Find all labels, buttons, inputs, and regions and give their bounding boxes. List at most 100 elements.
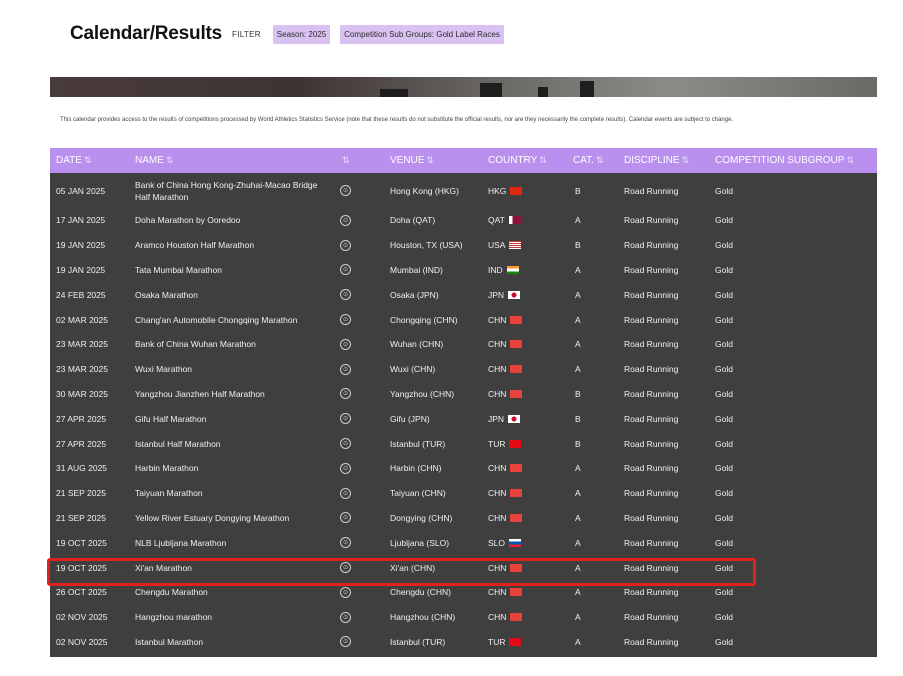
results-icon[interactable]: ⊙: [340, 611, 351, 623]
sort-country-header[interactable]: COUNTRY ⇅: [488, 148, 547, 173]
subgroup-cell-text: Gold: [715, 413, 733, 424]
country-cell: CHN: [488, 481, 523, 506]
date-cell: 23 MAR 2025: [56, 357, 108, 382]
venue-cell: Hong Kong (HKG): [390, 173, 459, 208]
category-cell-text: B: [575, 438, 581, 449]
date-cell: 21 SEP 2025: [56, 506, 106, 531]
results-icon[interactable]: ⊙: [340, 636, 351, 648]
venue-cell: Istanbul (TUR): [390, 431, 445, 456]
header-label: VENUE: [390, 155, 425, 166]
discipline-cell: Road Running: [624, 307, 678, 332]
discipline-cell-text: Road Running: [624, 438, 679, 449]
results-icon[interactable]: ⊙: [340, 289, 351, 301]
name-cell[interactable]: Harbin Marathon: [135, 456, 325, 481]
results-icon[interactable]: ⊙: [340, 314, 351, 326]
name-cell[interactable]: Bank of China Hong Kong-Zhuhai-Macao Bri…: [135, 173, 325, 208]
name-cell[interactable]: Yellow River Estuary Dongying Marathon: [135, 506, 325, 531]
season-filter-chip[interactable]: Season: 2025: [272, 24, 331, 44]
discipline-cell: Road Running: [624, 173, 678, 208]
chn-flag-icon: [510, 588, 523, 597]
results-icon[interactable]: ⊙: [340, 239, 351, 251]
name-cell[interactable]: Hangzhou marathon: [135, 605, 325, 630]
discipline-cell: Road Running: [624, 605, 678, 630]
results-icon[interactable]: ⊙: [340, 537, 351, 549]
name-cell[interactable]: Taiyuan Marathon: [135, 481, 325, 506]
results-icon-cell: ⊙: [340, 456, 351, 481]
venue-cell-text: Istanbul (TUR): [390, 636, 446, 647]
subgroup-filter-chip[interactable]: Competition Sub Groups: Gold Label Races: [340, 24, 504, 44]
country-cell-text: IND: [488, 264, 503, 275]
date-cell: 30 MAR 2025: [56, 382, 108, 407]
results-icon[interactable]: ⊙: [340, 413, 351, 425]
name-cell-text: Chengdu Marathon: [135, 587, 208, 598]
category-cell: B: [575, 233, 581, 258]
date-cell: 27 APR 2025: [56, 431, 106, 456]
sort-results-header[interactable]: ⇅: [340, 148, 350, 173]
venue-cell: Hangzhou (CHN): [390, 605, 455, 630]
results-icon[interactable]: ⊙: [340, 487, 351, 499]
country-cell: CHN: [488, 332, 523, 357]
category-cell-text: A: [575, 537, 581, 548]
table-row: 27 APR 2025 Gifu Half Marathon ⊙ Gifu (JPN)…: [50, 406, 877, 431]
category-cell-text: A: [575, 289, 581, 300]
results-icon-cell: ⊙: [340, 530, 351, 555]
filter-button[interactable]: FILTER: [232, 30, 261, 39]
category-cell: A: [575, 481, 581, 506]
sort-icon: ⇅: [165, 155, 174, 165]
date-cell-text: 02 NOV 2025: [56, 612, 108, 623]
country-cell-text: HKG: [488, 185, 507, 196]
category-cell: B: [575, 382, 581, 407]
results-icon[interactable]: ⊙: [340, 363, 351, 375]
results-icon[interactable]: ⊙: [340, 462, 351, 474]
category-cell-text: A: [575, 215, 581, 226]
subgroup-cell: Gold: [715, 506, 733, 531]
name-cell[interactable]: Istanbul Marathon: [135, 630, 325, 655]
category-cell-text: A: [575, 339, 581, 350]
country-cell-text: USA: [488, 240, 506, 251]
table-row: 02 NOV 2025 Istanbul Marathon ⊙ Istanbul (T…: [50, 630, 877, 655]
results-icon[interactable]: ⊙: [340, 388, 351, 400]
name-cell[interactable]: Wuxi Marathon: [135, 357, 325, 382]
name-cell[interactable]: Bank of China Wuhan Marathon: [135, 332, 325, 357]
date-cell: 17 JAN 2025: [56, 208, 105, 233]
name-cell[interactable]: Aramco Houston Half Marathon: [135, 233, 325, 258]
name-cell[interactable]: Istanbul Half Marathon: [135, 431, 325, 456]
sort-discipline-header[interactable]: DISCIPLINE ⇅: [624, 148, 689, 173]
name-cell[interactable]: Yangzhou Jianzhen Half Marathon: [135, 382, 325, 407]
usa-flag-icon: [509, 241, 522, 250]
subgroup-cell-text: Gold: [715, 314, 733, 325]
results-icon[interactable]: ⊙: [340, 338, 351, 350]
results-icon[interactable]: ⊙: [340, 185, 351, 196]
discipline-cell: Road Running: [624, 456, 678, 481]
date-cell: 19 JAN 2025: [56, 258, 105, 283]
name-cell[interactable]: Gifu Half Marathon: [135, 406, 325, 431]
results-icon[interactable]: ⊙: [340, 264, 351, 276]
results-icon[interactable]: ⊙: [340, 512, 351, 524]
results-icon[interactable]: ⊙: [340, 586, 351, 598]
country-cell: JPN: [488, 406, 521, 431]
name-cell[interactable]: Tata Mumbai Marathon: [135, 258, 325, 283]
date-cell-text: 02 NOV 2025: [56, 636, 108, 647]
discipline-cell-text: Road Running: [624, 215, 679, 226]
category-cell-text: B: [575, 240, 581, 251]
name-cell[interactable]: Doha Marathon by Ooredoo: [135, 208, 325, 233]
category-cell: A: [575, 530, 581, 555]
date-cell: 02 NOV 2025: [56, 630, 108, 655]
results-icon[interactable]: ⊙: [340, 214, 351, 226]
sort-venue-header[interactable]: VENUE ⇅: [390, 148, 434, 173]
results-icon[interactable]: ⊙: [340, 438, 351, 450]
name-cell[interactable]: NLB Ljubljana Marathon: [135, 530, 325, 555]
sort-subgroup-header[interactable]: COMPETITION SUBGROUP ⇅: [715, 148, 854, 173]
results-icon-cell: ⊙: [340, 282, 351, 307]
name-cell-text: Istanbul Half Marathon: [135, 438, 221, 449]
sort-date-header[interactable]: DATE ⇅: [56, 148, 91, 173]
sort-category-header[interactable]: CAT. ⇅: [573, 148, 603, 173]
name-cell[interactable]: Osaka Marathon: [135, 282, 325, 307]
subgroup-cell-text: Gold: [715, 240, 733, 251]
sort-name-header[interactable]: NAME ⇅: [135, 148, 173, 173]
country-cell-text: CHN: [488, 388, 507, 399]
discipline-cell-text: Road Running: [624, 185, 679, 196]
subgroup-cell-text: Gold: [715, 185, 733, 196]
page-title: Calendar/Results: [70, 23, 223, 44]
name-cell[interactable]: Chang'an Automobile Chongqing Marathon: [135, 307, 325, 332]
